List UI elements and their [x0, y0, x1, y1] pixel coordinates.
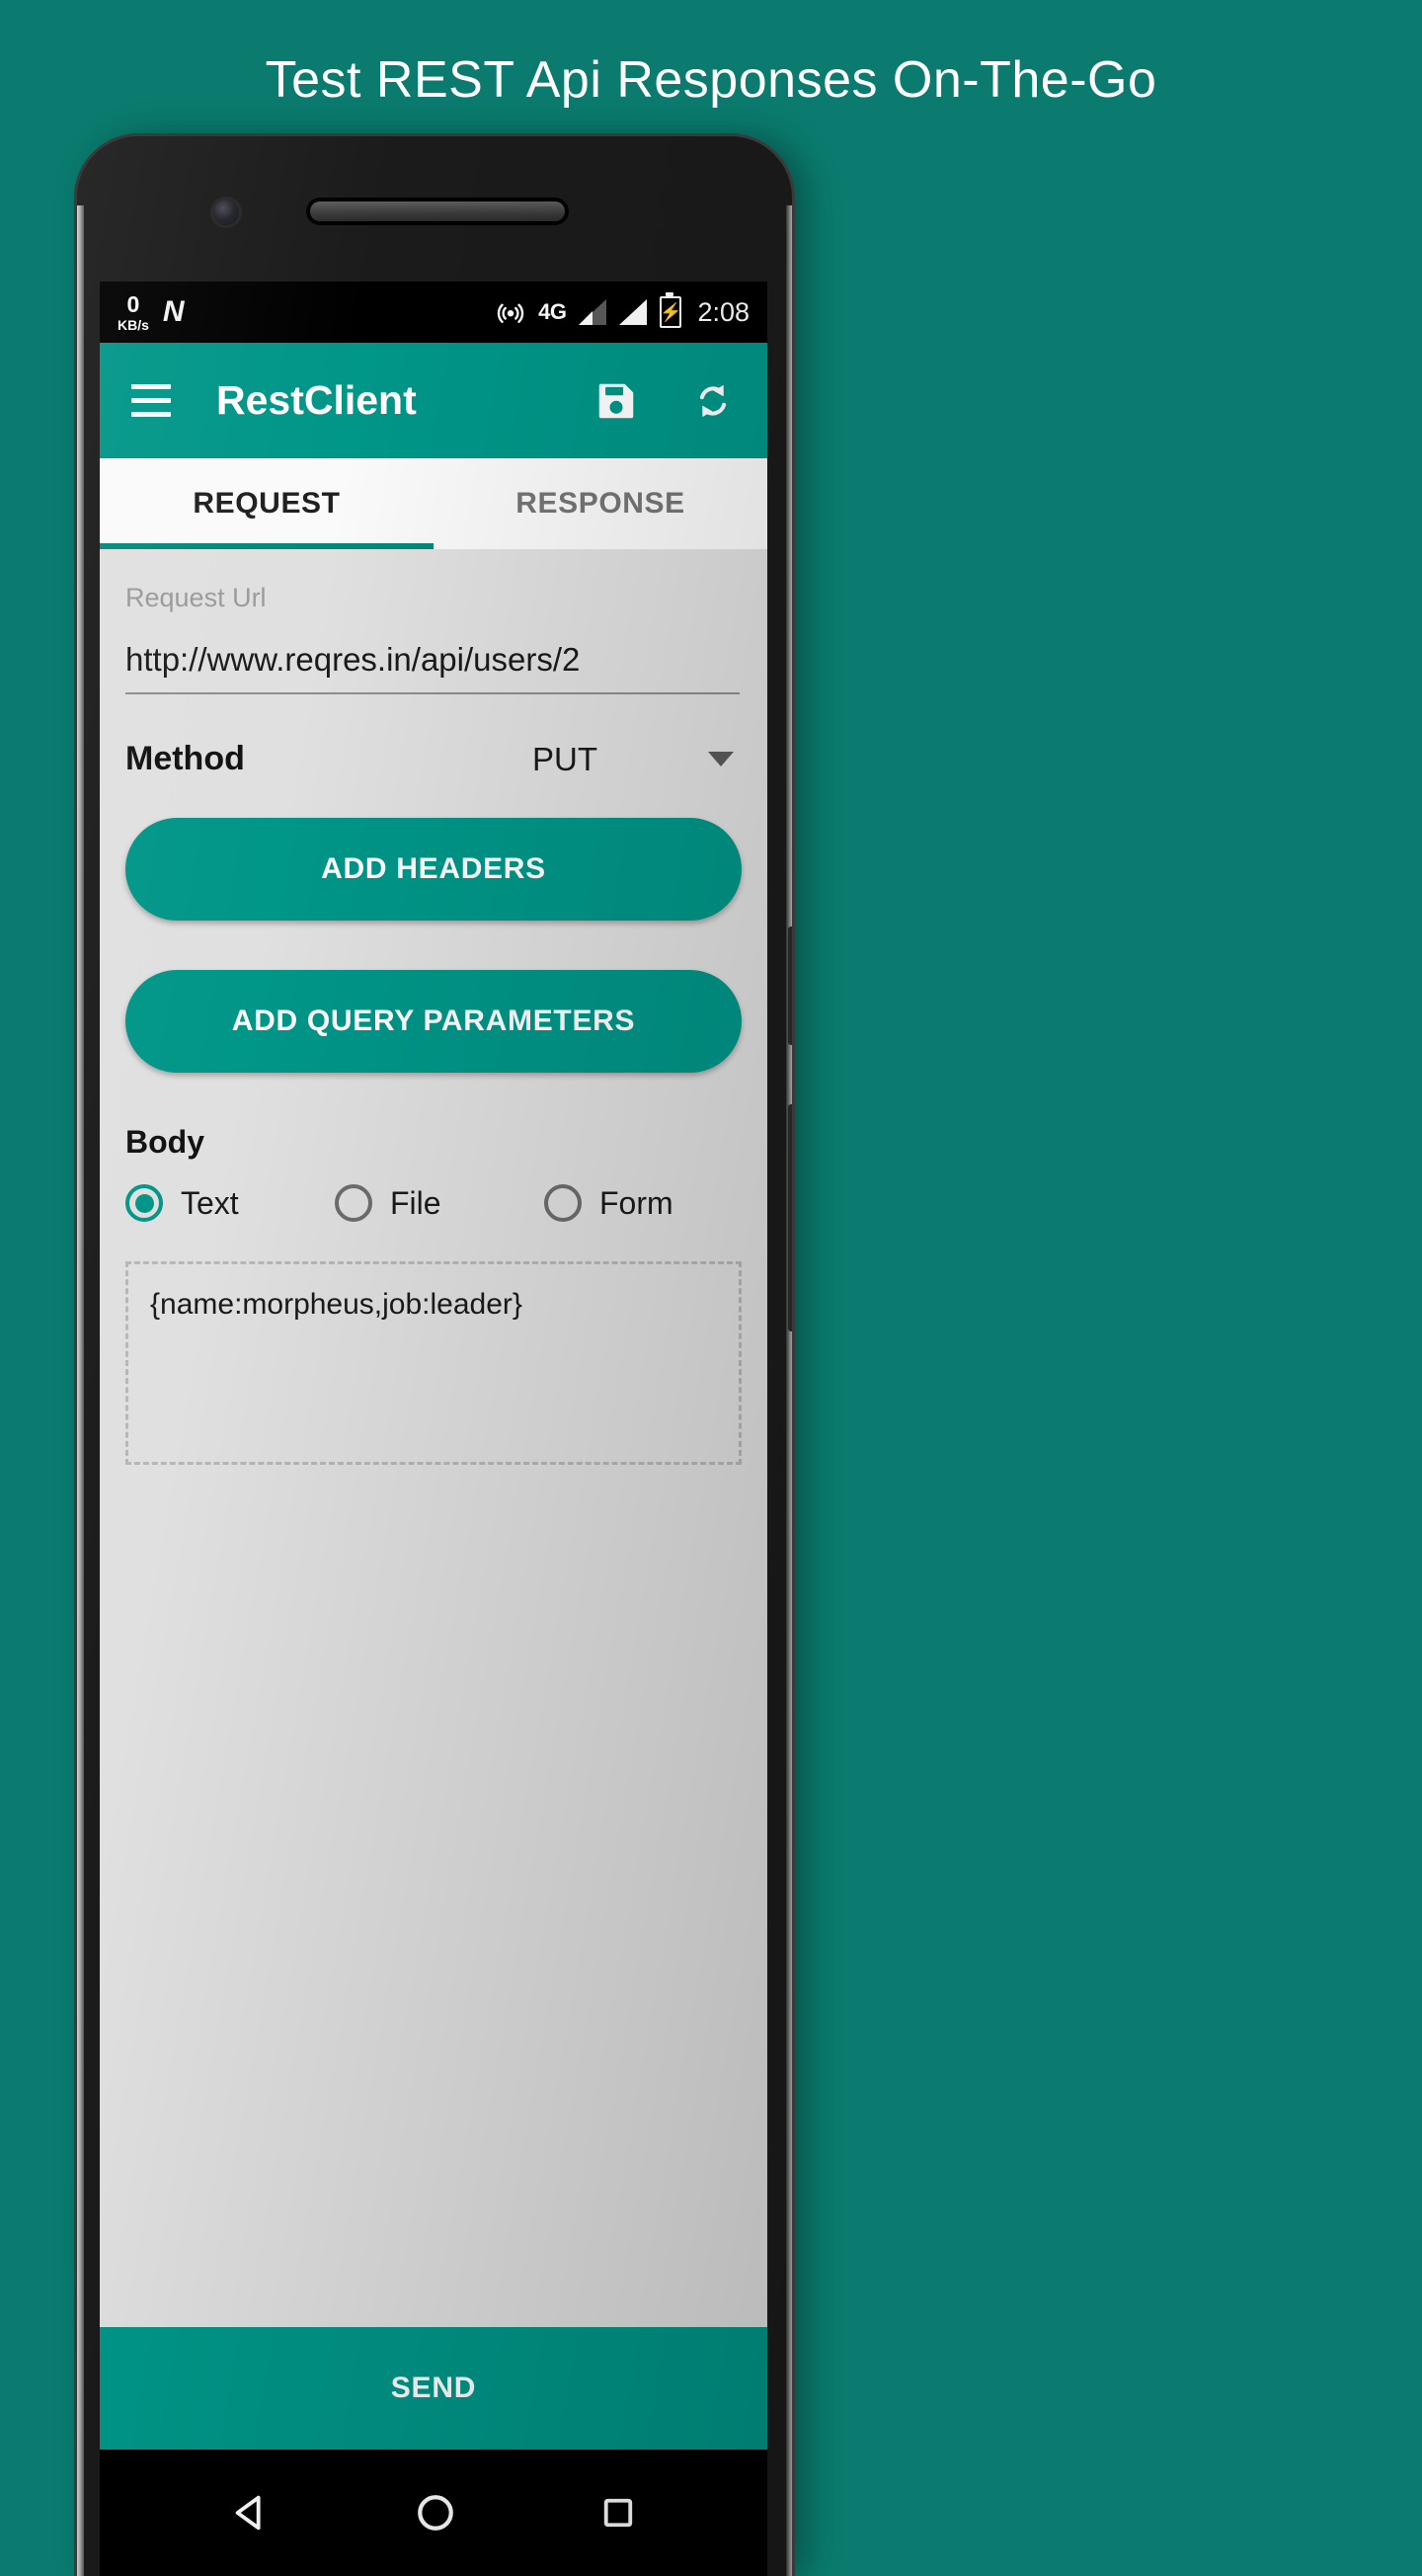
phone-screen: 0 KB/s N 4G ⚡ 2:08 RestClient REQUEST RE… — [100, 282, 767, 2576]
radio-body-type-form[interactable]: Form — [544, 1184, 673, 1222]
home-circle-icon[interactable] — [413, 2490, 458, 2536]
battery-charging-icon: ⚡ — [660, 292, 682, 328]
request-form: Request Url http://www.reqres.in/api/use… — [100, 549, 767, 2450]
radio-label-file: File — [390, 1184, 441, 1221]
app-title: RestClient — [216, 377, 417, 423]
android-nougat-icon: N — [162, 295, 185, 328]
network-speed-value: 0 — [126, 290, 140, 317]
send-button[interactable]: SEND — [100, 2327, 767, 2450]
add-query-parameters-wrap: ADD QUERY PARAMETERS — [125, 921, 742, 1073]
phone-edge-left — [77, 205, 84, 2576]
hamburger-menu-icon[interactable] — [131, 384, 171, 417]
radio-icon-file — [335, 1184, 372, 1222]
body-section-label: Body — [125, 1124, 204, 1160]
app-bar: RestClient — [100, 343, 767, 458]
signal-icon-sim2 — [619, 299, 648, 325]
request-url-input[interactable]: http://www.reqres.in/api/users/2 — [125, 613, 740, 694]
network-speed-indicator: 0 KB/s — [118, 290, 149, 333]
status-bar: 0 KB/s N 4G ⚡ 2:08 — [100, 282, 767, 343]
network-type-label: 4G — [538, 299, 567, 324]
add-headers-button[interactable]: ADD HEADERS — [125, 818, 742, 921]
status-bar-left: 0 KB/s N — [118, 290, 185, 333]
volume-button — [788, 1104, 792, 1331]
refresh-icon[interactable] — [690, 378, 736, 424]
radio-body-type-text[interactable]: Text — [125, 1184, 335, 1222]
body-type-radio-group: Text File Form — [125, 1161, 742, 1222]
radio-label-form: Form — [599, 1184, 673, 1221]
recents-square-icon[interactable] — [597, 2492, 639, 2534]
add-query-parameters-button[interactable]: ADD QUERY PARAMETERS — [125, 970, 742, 1073]
android-navigation-bar — [100, 2450, 767, 2576]
body-textarea[interactable]: {name:morpheus,job:leader} — [125, 1261, 742, 1465]
network-speed-unit: KB/s — [118, 316, 149, 333]
request-url-label: Request Url — [125, 583, 267, 612]
phone-edge-right — [786, 205, 792, 2576]
radio-icon-text — [125, 1184, 163, 1222]
method-row: Method PUT — [125, 694, 742, 778]
add-headers-wrap: ADD HEADERS — [125, 778, 742, 921]
chevron-down-icon[interactable] — [708, 752, 734, 766]
signal-icon-sim1 — [579, 299, 607, 325]
tab-request[interactable]: REQUEST — [100, 458, 434, 549]
method-label: Method — [125, 740, 245, 777]
save-icon[interactable] — [593, 378, 639, 424]
front-camera-icon — [213, 200, 239, 225]
radio-body-type-file[interactable]: File — [335, 1184, 544, 1222]
tab-bar: REQUEST RESPONSE — [100, 458, 767, 549]
status-bar-clock: 2:08 — [697, 296, 750, 327]
app-bar-actions — [593, 378, 736, 424]
method-select-value[interactable]: PUT — [532, 741, 597, 778]
hotspot-icon — [496, 297, 525, 327]
phone-mockup: 0 KB/s N 4G ⚡ 2:08 RestClient REQUEST RE… — [77, 136, 792, 2576]
radio-icon-form — [544, 1184, 582, 1222]
back-triangle-icon[interactable] — [228, 2490, 274, 2536]
tab-response[interactable]: RESPONSE — [434, 458, 767, 549]
radio-label-text: Text — [181, 1184, 239, 1221]
status-bar-right: 4G ⚡ 2:08 — [496, 292, 750, 328]
power-button — [788, 926, 792, 1045]
promo-headline: Test REST Api Responses On-The-Go — [265, 51, 1157, 109]
earpiece-speaker — [310, 201, 565, 221]
